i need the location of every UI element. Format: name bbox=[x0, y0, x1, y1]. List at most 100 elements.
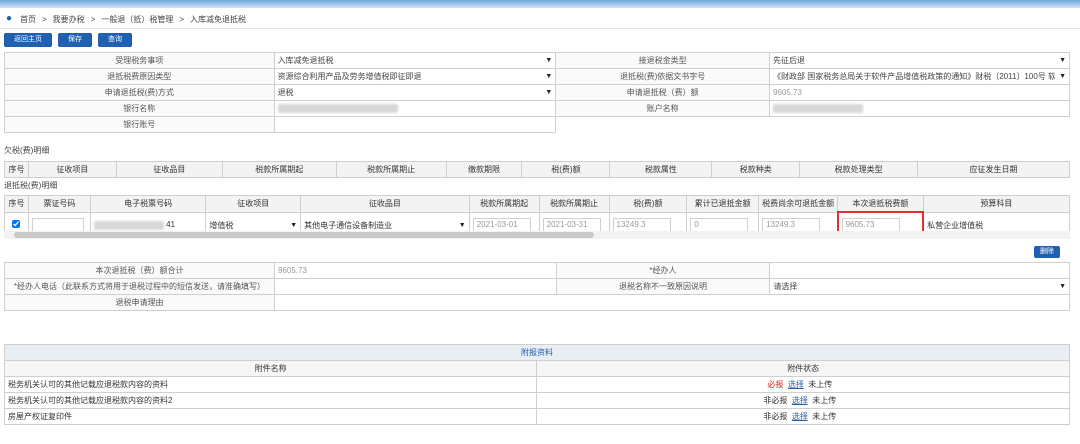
dropdown-arrow-icon: ▼ bbox=[1059, 73, 1066, 80]
crumb-current: 入库减免退抵税 bbox=[190, 14, 247, 24]
column-header: 附件状态 bbox=[536, 360, 1070, 377]
column-header: 征收品目 bbox=[300, 195, 470, 213]
column-header: 税费尚余可退抵金额 bbox=[758, 195, 839, 213]
crumb-sep: > bbox=[90, 14, 96, 24]
label: *经办人 bbox=[555, 262, 771, 279]
column-header: 累计已退抵金额 bbox=[686, 195, 760, 213]
refund-total-field: 9605.73 bbox=[273, 262, 557, 279]
empty-cell bbox=[555, 116, 1070, 133]
refund-type-select[interactable]: 先征后退 ▼ bbox=[769, 52, 1070, 69]
label: 申请退抵税(费)方式 bbox=[4, 84, 275, 101]
dropdown-arrow-icon: ▼ bbox=[290, 221, 298, 229]
main-form: 受理税务事项 入库减免退抵税 ▼ 接退税金类型 先征后退 ▼ 退抵税费原因类型 资源… bbox=[4, 52, 1070, 133]
redacted-block bbox=[277, 104, 398, 114]
owe-section-title: 欠税(费)明细 bbox=[4, 146, 50, 155]
operator-field[interactable] bbox=[769, 262, 1070, 279]
column-header: 附件名称 bbox=[3, 360, 538, 377]
crumb-refund-mgmt[interactable]: 一般退（抵）税管理 bbox=[101, 14, 173, 25]
top-banner bbox=[0, 0, 1080, 8]
column-header: 税款所属期起 bbox=[468, 195, 540, 213]
column-header: 税款所属期止 bbox=[538, 195, 610, 213]
refund-amount-field: 9605.73 bbox=[769, 84, 1070, 101]
horizontal-scrollbar[interactable] bbox=[4, 231, 1070, 239]
refund-header-row: 序号 票证号码 电子税票号码 征收项目 征收品目 税款所属期起 税款所属期止 税… bbox=[4, 195, 1071, 213]
column-header: 税(费)额 bbox=[521, 161, 611, 178]
refund-section-title: 退抵税(费)明细 bbox=[4, 181, 58, 190]
query-button[interactable]: 查询 bbox=[98, 33, 132, 47]
back-home-button[interactable]: 返回主页 bbox=[4, 33, 52, 47]
owe-header-row: 序号 征收项目 征收品目 税款所属期起 税款所属期止 缴款期限 税(费)额 税款… bbox=[4, 161, 1070, 178]
choose-file-link[interactable]: 选择 bbox=[792, 396, 808, 405]
dropdown-arrow-icon: ▼ bbox=[458, 221, 466, 229]
attachment-name: 税务机关认可的其他记载应退税款内容的资料 bbox=[3, 376, 538, 393]
label: 受理税务事项 bbox=[4, 52, 275, 69]
crumb-my-tax[interactable]: 我要办税 bbox=[53, 14, 85, 25]
label: 银行账号 bbox=[4, 116, 275, 133]
choose-file-link[interactable]: 选择 bbox=[792, 412, 808, 421]
column-header: 缴款期限 bbox=[445, 161, 523, 178]
column-header: 税款所属期起 bbox=[221, 161, 337, 178]
mismatch-reason-select[interactable]: 请选择 ▼ bbox=[769, 278, 1070, 295]
column-header: 序号 bbox=[4, 161, 29, 178]
redacted-block bbox=[93, 220, 164, 230]
dropdown-arrow-icon: ▼ bbox=[545, 73, 553, 80]
label: 接退税金类型 bbox=[555, 52, 770, 69]
location-pin-icon: ● bbox=[6, 13, 13, 24]
label: 账户名称 bbox=[555, 100, 770, 117]
column-header: 应征发生日期 bbox=[917, 161, 1070, 178]
refund-method-select[interactable]: 退税 ▼ bbox=[273, 84, 557, 101]
basis-doc-select[interactable]: 《财政部 国家税务总局关于软件产品增值税政策的通知》财税〔2011〕100号 软… bbox=[769, 68, 1070, 85]
operator-phone-field[interactable] bbox=[273, 278, 557, 295]
label: 退抵税(费)依据文书字号 bbox=[555, 68, 770, 85]
account-name-field[interactable] bbox=[769, 100, 1070, 117]
choose-file-link[interactable]: 选择 bbox=[788, 380, 804, 389]
column-header: 预算科目 bbox=[922, 195, 1071, 213]
column-header: 序号 bbox=[4, 195, 29, 213]
row-checkbox-input[interactable] bbox=[12, 220, 21, 228]
label: 银行名称 bbox=[4, 100, 275, 117]
redacted-block bbox=[773, 104, 863, 114]
attachment-status: 必报 选择 未上传 bbox=[536, 376, 1070, 393]
column-header: 本次退抵税费额 bbox=[837, 195, 924, 213]
attachment-status: 非必报 选择 未上传 bbox=[536, 392, 1070, 409]
delete-button[interactable]: 删除 bbox=[1034, 246, 1060, 258]
tax-matter-select[interactable]: 入库减免退抵税 ▼ bbox=[273, 52, 557, 69]
label: 退税名称不一致原因说明 bbox=[555, 278, 771, 295]
column-header: 税款处理类型 bbox=[799, 161, 919, 178]
ticket-number-input[interactable] bbox=[31, 218, 84, 232]
table-row: 房屋产权证复印件 非必报 选择 未上传 bbox=[3, 408, 1070, 425]
owe-table: 序号 征收项目 征收品目 税款所属期起 税款所属期止 缴款期限 税(费)额 税款… bbox=[4, 161, 1070, 178]
breadcrumb: ● 首页 > 我要办税 > 一般退（抵）税管理 > 入库减免退抵税 bbox=[0, 10, 1080, 29]
label: *经办人电话（此联系方式将用于退税过程中的短信发送，请准确填写） bbox=[4, 278, 275, 295]
refund-reason-field[interactable] bbox=[273, 294, 1071, 311]
column-header: 征收品目 bbox=[115, 161, 223, 178]
column-header: 税款属性 bbox=[609, 161, 713, 178]
column-header: 税款种类 bbox=[711, 161, 801, 178]
column-header: 税(费)额 bbox=[608, 195, 688, 213]
attachment-name: 房屋产权证复印件 bbox=[3, 408, 538, 425]
dropdown-arrow-icon: ▼ bbox=[545, 89, 553, 96]
column-header: 征收项目 bbox=[205, 195, 302, 213]
attachment-table: 附报资料 附件名称 附件状态 税务机关认可的其他记载应退税款内容的资料 必报 选… bbox=[3, 344, 1070, 425]
bank-account-field[interactable] bbox=[273, 116, 557, 133]
crumb-sep: > bbox=[179, 14, 185, 24]
column-header: 电子税票号码 bbox=[89, 195, 207, 213]
label: 退抵税费原因类型 bbox=[4, 68, 275, 85]
table-row: 税务机关认可的其他记载应退税款内容的资料 必报 选择 未上传 bbox=[3, 376, 1070, 393]
scrollbar-thumb[interactable] bbox=[14, 232, 594, 238]
dropdown-arrow-icon: ▼ bbox=[545, 57, 553, 64]
attachment-status: 非必报 选择 未上传 bbox=[536, 408, 1070, 425]
attachment-name: 税务机关认可的其他记载应退税款内容的资料2 bbox=[3, 392, 538, 409]
bank-name-field[interactable] bbox=[273, 100, 557, 117]
table-row: 税务机关认可的其他记载应退税款内容的资料2 非必报 选择 未上传 bbox=[3, 392, 1070, 409]
save-button[interactable]: 保存 bbox=[58, 33, 92, 47]
label: 申请退抵税（费）额 bbox=[555, 84, 770, 101]
crumb-sep: > bbox=[42, 14, 47, 24]
dropdown-arrow-icon: ▼ bbox=[1059, 57, 1066, 64]
column-header: 票证号码 bbox=[27, 195, 91, 213]
reason-type-select[interactable]: 资源综合利用产品及劳务增值税即征即退 ▼ bbox=[273, 68, 557, 85]
column-header: 税款所属期止 bbox=[335, 161, 447, 178]
label: 本次退抵税（费）额合计 bbox=[4, 262, 275, 279]
column-header: 征收项目 bbox=[27, 161, 117, 178]
crumb-home[interactable]: 首页 bbox=[20, 14, 36, 25]
